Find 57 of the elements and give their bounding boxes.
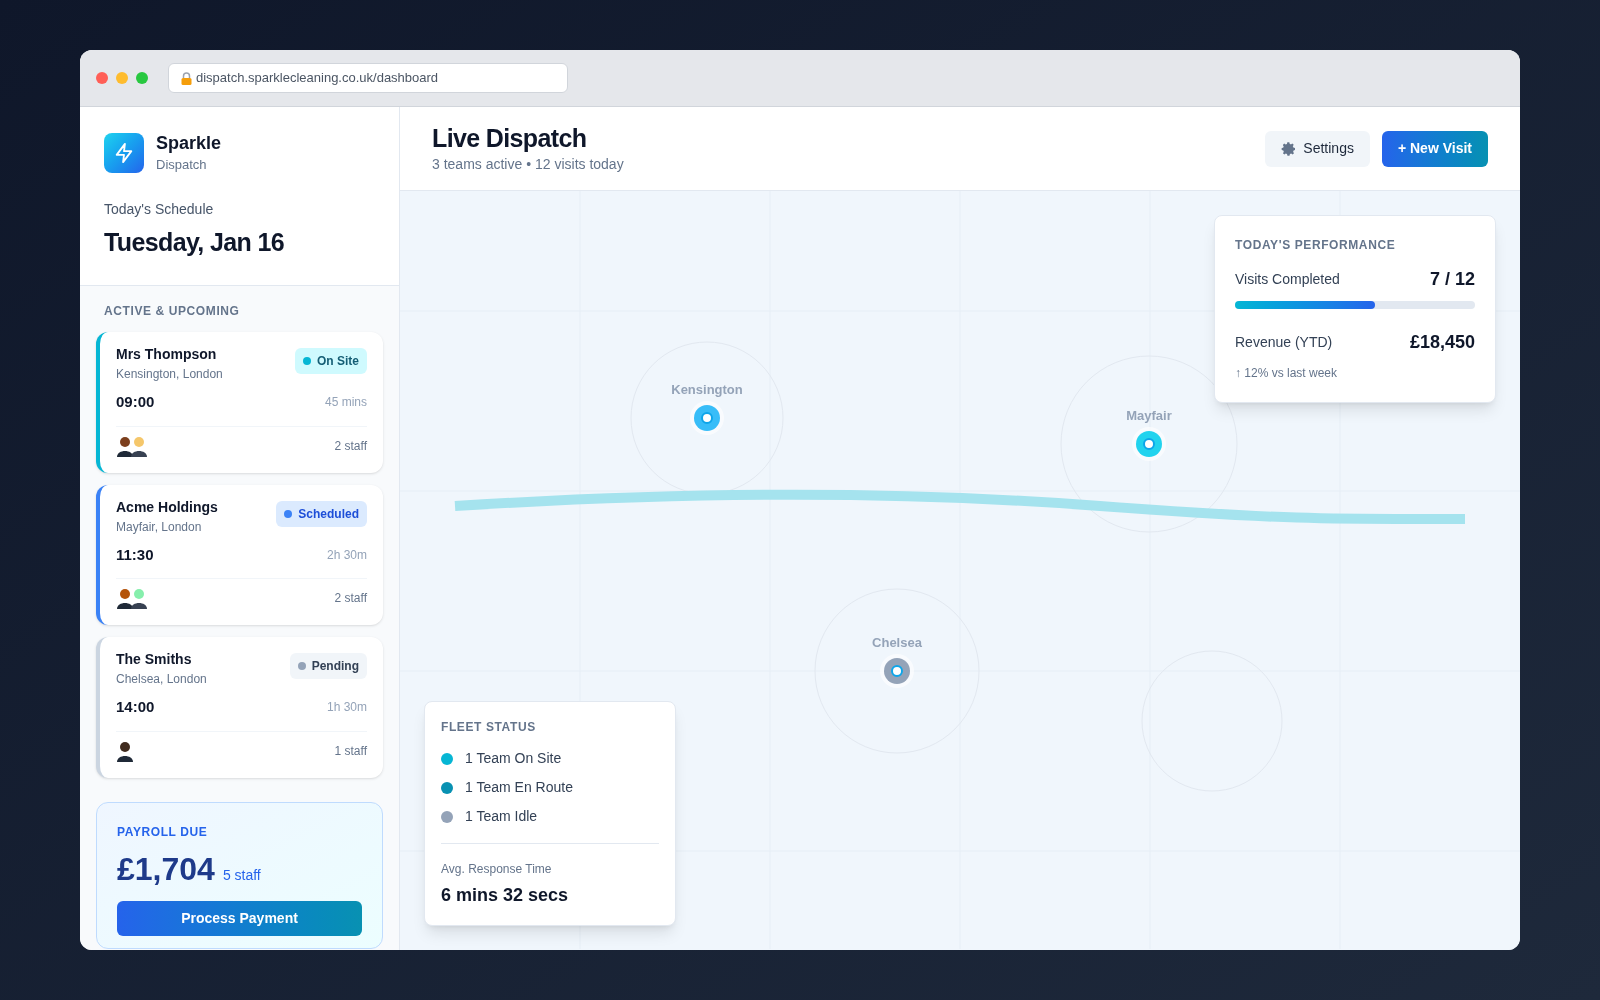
section-title: ACTIVE & UPCOMING bbox=[103, 303, 241, 320]
visits-completed-value: 7 / 12 bbox=[1429, 268, 1475, 291]
schedule-label: Today's Schedule bbox=[104, 199, 215, 219]
response-time-label: Avg. Response Time bbox=[441, 861, 553, 878]
status-badge: Scheduled bbox=[276, 500, 367, 527]
revenue-trend: ↑ 12% vs last week bbox=[1235, 365, 1339, 382]
map-pin[interactable] bbox=[694, 405, 720, 431]
map-label: Kensington bbox=[671, 381, 743, 399]
visit-card[interactable]: Acme Holdings Mayfair, London Scheduled 11:30 2h 30m 2 staff bbox=[96, 484, 383, 625]
fleet-title: FLEET STATUS bbox=[441, 719, 537, 736]
address-bar[interactable]: dispatch.sparklecleaning.co.uk/dashboard bbox=[168, 63, 568, 93]
client-location: Kensington, London bbox=[116, 366, 223, 383]
status-badge: Pending bbox=[289, 653, 367, 679]
gear-icon bbox=[1281, 140, 1298, 157]
payroll-amount: £1,704 bbox=[117, 849, 215, 889]
fleet-status-label: 1 Team En Route bbox=[465, 778, 573, 797]
client-name: Acme Holdings bbox=[116, 497, 218, 517]
fleet-status-label: 1 Team Idle bbox=[465, 807, 538, 826]
visit-card[interactable]: The Smiths Chelsea, London Pending 14:00 1h 30m 1 staff bbox=[96, 637, 383, 778]
brand-subtitle: Dispatch bbox=[156, 156, 208, 174]
visit-time: 09:00 bbox=[116, 392, 155, 412]
brand-name: Sparkle bbox=[156, 132, 222, 155]
settings-button[interactable]: Settings bbox=[1265, 130, 1370, 167]
staff-count: 1 staff bbox=[334, 742, 367, 760]
logo-icon bbox=[104, 132, 144, 173]
process-payment-button[interactable]: Process Payment bbox=[117, 900, 362, 936]
payroll-title: PAYROLL DUE bbox=[117, 823, 209, 841]
map-pin[interactable] bbox=[1136, 431, 1162, 457]
client-location: Chelsea, London bbox=[116, 671, 207, 688]
client-name: Mrs Thompson bbox=[116, 345, 218, 364]
payroll-staff: 5 staff bbox=[222, 865, 261, 885]
staff-count: 2 staff bbox=[334, 590, 367, 607]
fleet-status-label: 1 Team On Site bbox=[465, 749, 562, 768]
response-time-value: 6 mins 32 secs bbox=[441, 884, 570, 907]
lock-icon bbox=[181, 71, 192, 85]
map-label: Mayfair bbox=[1126, 407, 1172, 425]
visit-card[interactable]: Mrs Thompson Kensington, London On Site 09:00 45 mins 2 staff bbox=[96, 332, 383, 473]
performance-title: TODAY'S PERFORMANCE bbox=[1235, 237, 1397, 254]
visit-duration: 1h 30m bbox=[326, 699, 367, 717]
visits-completed-label: Visits Completed bbox=[1235, 270, 1340, 289]
schedule-date: Tuesday, Jan 16 bbox=[104, 226, 286, 258]
visit-time: 11:30 bbox=[116, 544, 154, 565]
staff-count: 2 staff bbox=[334, 437, 367, 455]
status-badge: On Site bbox=[295, 348, 367, 374]
page-title: Live Dispatch bbox=[432, 123, 588, 154]
new-visit-button[interactable]: + New Visit bbox=[1381, 130, 1488, 167]
map-label: Chelsea bbox=[872, 634, 922, 652]
url-text: dispatch.sparklecleaning.co.uk/dashboard bbox=[196, 69, 439, 88]
revenue-label: Revenue (YTD) bbox=[1235, 333, 1333, 352]
visit-duration: 2h 30m bbox=[326, 546, 367, 564]
revenue-value: £18,450 bbox=[1409, 331, 1475, 354]
client-name: The Smiths bbox=[116, 650, 193, 669]
client-location: Mayfair, London bbox=[116, 518, 203, 536]
visit-duration: 45 mins bbox=[324, 394, 367, 412]
visit-time: 14:00 bbox=[116, 697, 155, 717]
page-subtitle: 3 teams active • 12 visits today bbox=[432, 155, 624, 174]
map-pin[interactable] bbox=[884, 658, 910, 684]
